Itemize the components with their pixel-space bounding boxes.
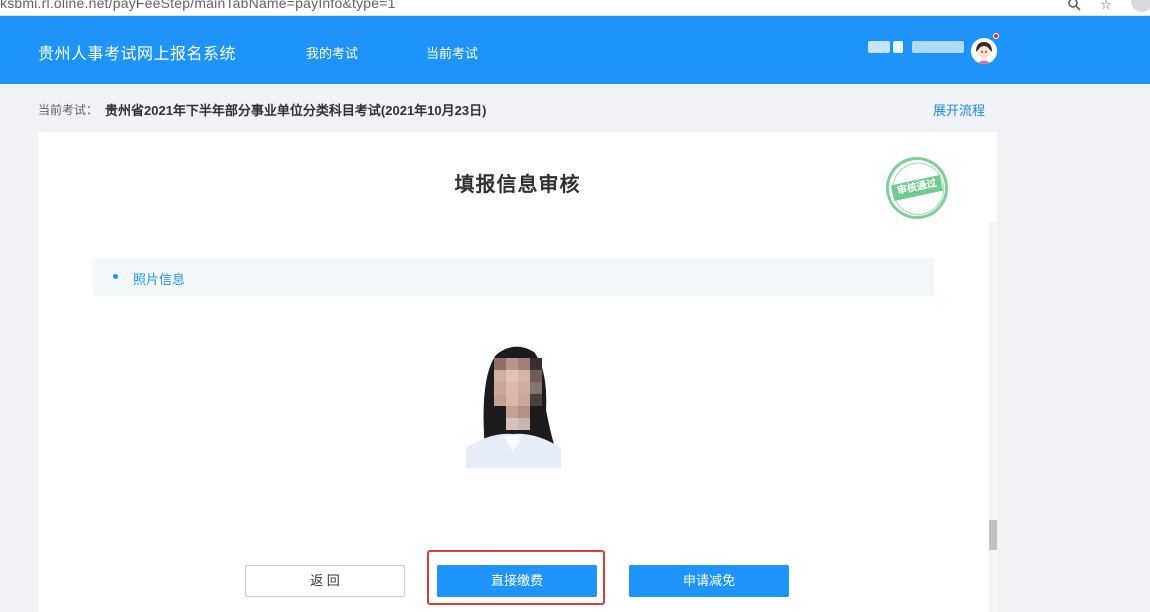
notification-dot-icon <box>993 33 999 39</box>
apply-reduction-button[interactable]: 申请减免 <box>629 565 789 597</box>
expand-process-link[interactable]: 展开流程 <box>933 100 985 119</box>
site-title[interactable]: 贵州人事考试网上报名系统 <box>38 40 236 64</box>
content-scrollbar[interactable] <box>989 222 997 612</box>
current-exam-name: 贵州省2021年下半年部分事业单位分类科目考试(2021年10月23日) <box>105 103 487 118</box>
applicant-photo <box>466 340 561 468</box>
nav-current-exam[interactable]: 当前考试 <box>426 43 478 62</box>
current-exam-label: 当前考试： <box>38 103 99 117</box>
browser-profile-icon[interactable] <box>1131 0 1150 12</box>
review-card: 填报信息审核 审核通过 照片信息 返 回 直接缴费 申请减免 <box>38 132 997 612</box>
current-exam-bar: 当前考试： 贵州省2021年下半年部分事业单位分类科目考试(2021年10月23… <box>0 84 1150 132</box>
url-text[interactable]: ksbmi.rl.oline.net/payFeeStep/mainTabNam… <box>0 0 396 11</box>
username-blurred <box>868 41 890 53</box>
photo-section-header: 照片信息 <box>93 258 934 296</box>
stamp-text: 审核通过 <box>890 174 944 202</box>
top-header: 贵州人事考试网上报名系统 我的考试 当前考试 <box>0 16 1150 84</box>
bullet-dot-icon <box>113 274 118 279</box>
page-title: 填报信息审核 <box>454 174 581 196</box>
back-button[interactable]: 返 回 <box>245 565 405 597</box>
scrollbar-thumb[interactable] <box>989 520 997 550</box>
nav-my-exams[interactable]: 我的考试 <box>306 43 358 62</box>
photo-section-title: 照片信息 <box>133 272 186 287</box>
search-icon[interactable] <box>1066 0 1082 13</box>
pay-button-highlight <box>427 550 605 605</box>
star-icon[interactable]: ☆ <box>1098 0 1114 13</box>
browser-address-bar[interactable]: ksbmi.rl.oline.net/payFeeStep/mainTabNam… <box>0 0 1150 16</box>
username-blurred-2 <box>893 41 903 53</box>
username-blurred-3 <box>912 41 964 53</box>
approved-stamp-icon: 审核通过 <box>880 151 954 225</box>
avatar-icon[interactable] <box>971 38 997 64</box>
